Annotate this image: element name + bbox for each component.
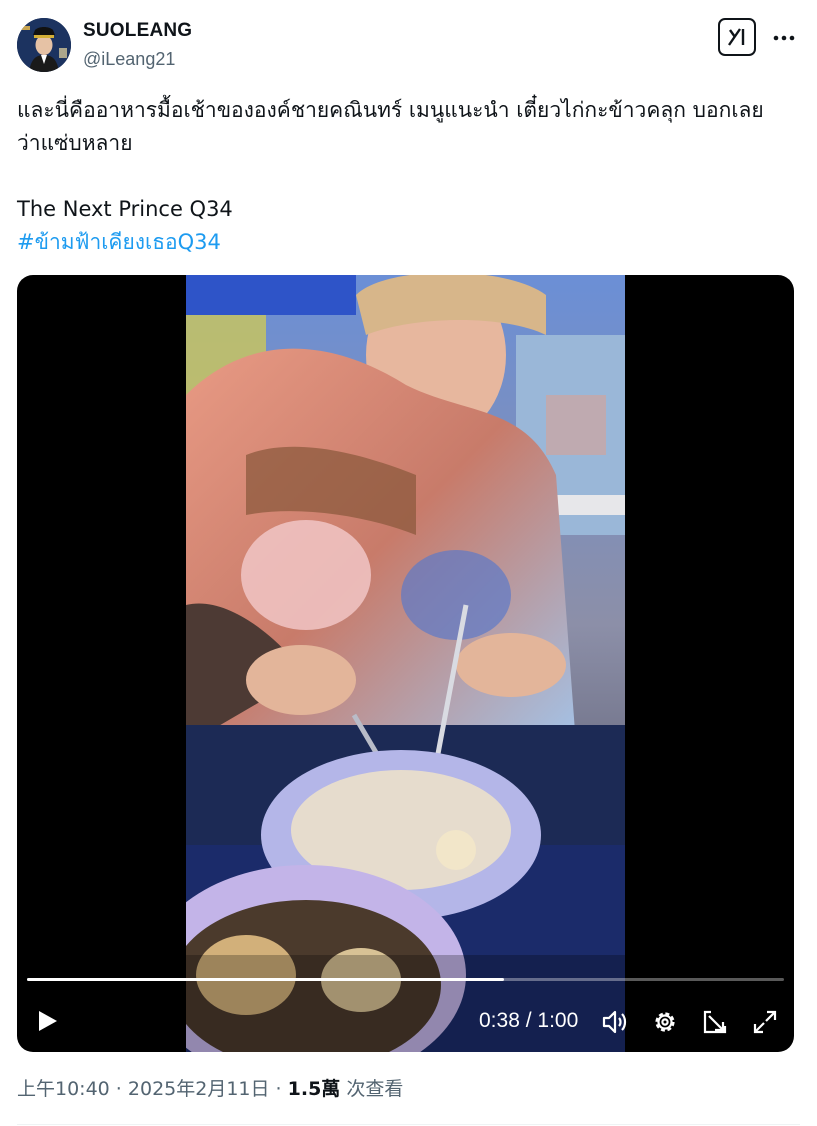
- grok-icon: [728, 28, 745, 46]
- settings-icon: [655, 1012, 675, 1032]
- video-frame: [186, 275, 625, 1052]
- duration: 1:00: [537, 1009, 579, 1032]
- tweet-text: และนี่คืออาหารมื้อเช้าขององค์ชายคณินทร์ …: [17, 94, 802, 259]
- pip-icon: [703, 1010, 727, 1034]
- views-count: 1.5萬: [287, 1078, 341, 1100]
- more-button[interactable]: [770, 26, 798, 50]
- hashtag-link[interactable]: #ข้ามฟ้าเคียงเธอQ34: [17, 226, 802, 259]
- volume-button[interactable]: [600, 1007, 630, 1037]
- progress-fill: [27, 978, 504, 981]
- grok-button[interactable]: [718, 18, 756, 56]
- more-dots-icon: [773, 35, 795, 41]
- time-display: 0:38 / 1:00: [479, 1009, 579, 1032]
- fullscreen-button[interactable]: [750, 1007, 780, 1037]
- user-handle[interactable]: @iLeang21: [83, 49, 175, 70]
- tweet-line: The Next Prince Q34: [17, 197, 233, 221]
- tweet-meta: 上午10:40 · 2025年2月11日 · 1.5萬 次查看: [17, 1078, 404, 1100]
- fullscreen-icon: [753, 1010, 777, 1034]
- current-time: 0:38: [479, 1009, 520, 1032]
- tweet-line: และนี่คืออาหารมื้อเช้าขององค์ชายคณินทร์ …: [17, 98, 764, 122]
- views-label: 次查看: [340, 1078, 404, 1100]
- avatar[interactable]: [17, 18, 71, 72]
- volume-icon: [602, 1010, 627, 1034]
- tweet-line: ว่าแซ่บหลาย: [17, 131, 133, 155]
- tweet-date[interactable]: 2025年2月11日: [128, 1078, 270, 1100]
- play-icon: [39, 1011, 57, 1031]
- settings-button[interactable]: [650, 1007, 680, 1037]
- display-name[interactable]: SUOLEANG: [83, 20, 192, 42]
- play-button[interactable]: [34, 1007, 62, 1035]
- divider: [17, 1124, 800, 1125]
- video-player[interactable]: 0:38 / 1:00: [17, 275, 794, 1052]
- pip-button[interactable]: [700, 1007, 730, 1037]
- progress-bar[interactable]: [27, 978, 784, 981]
- tweet-time[interactable]: 上午10:40: [17, 1078, 110, 1100]
